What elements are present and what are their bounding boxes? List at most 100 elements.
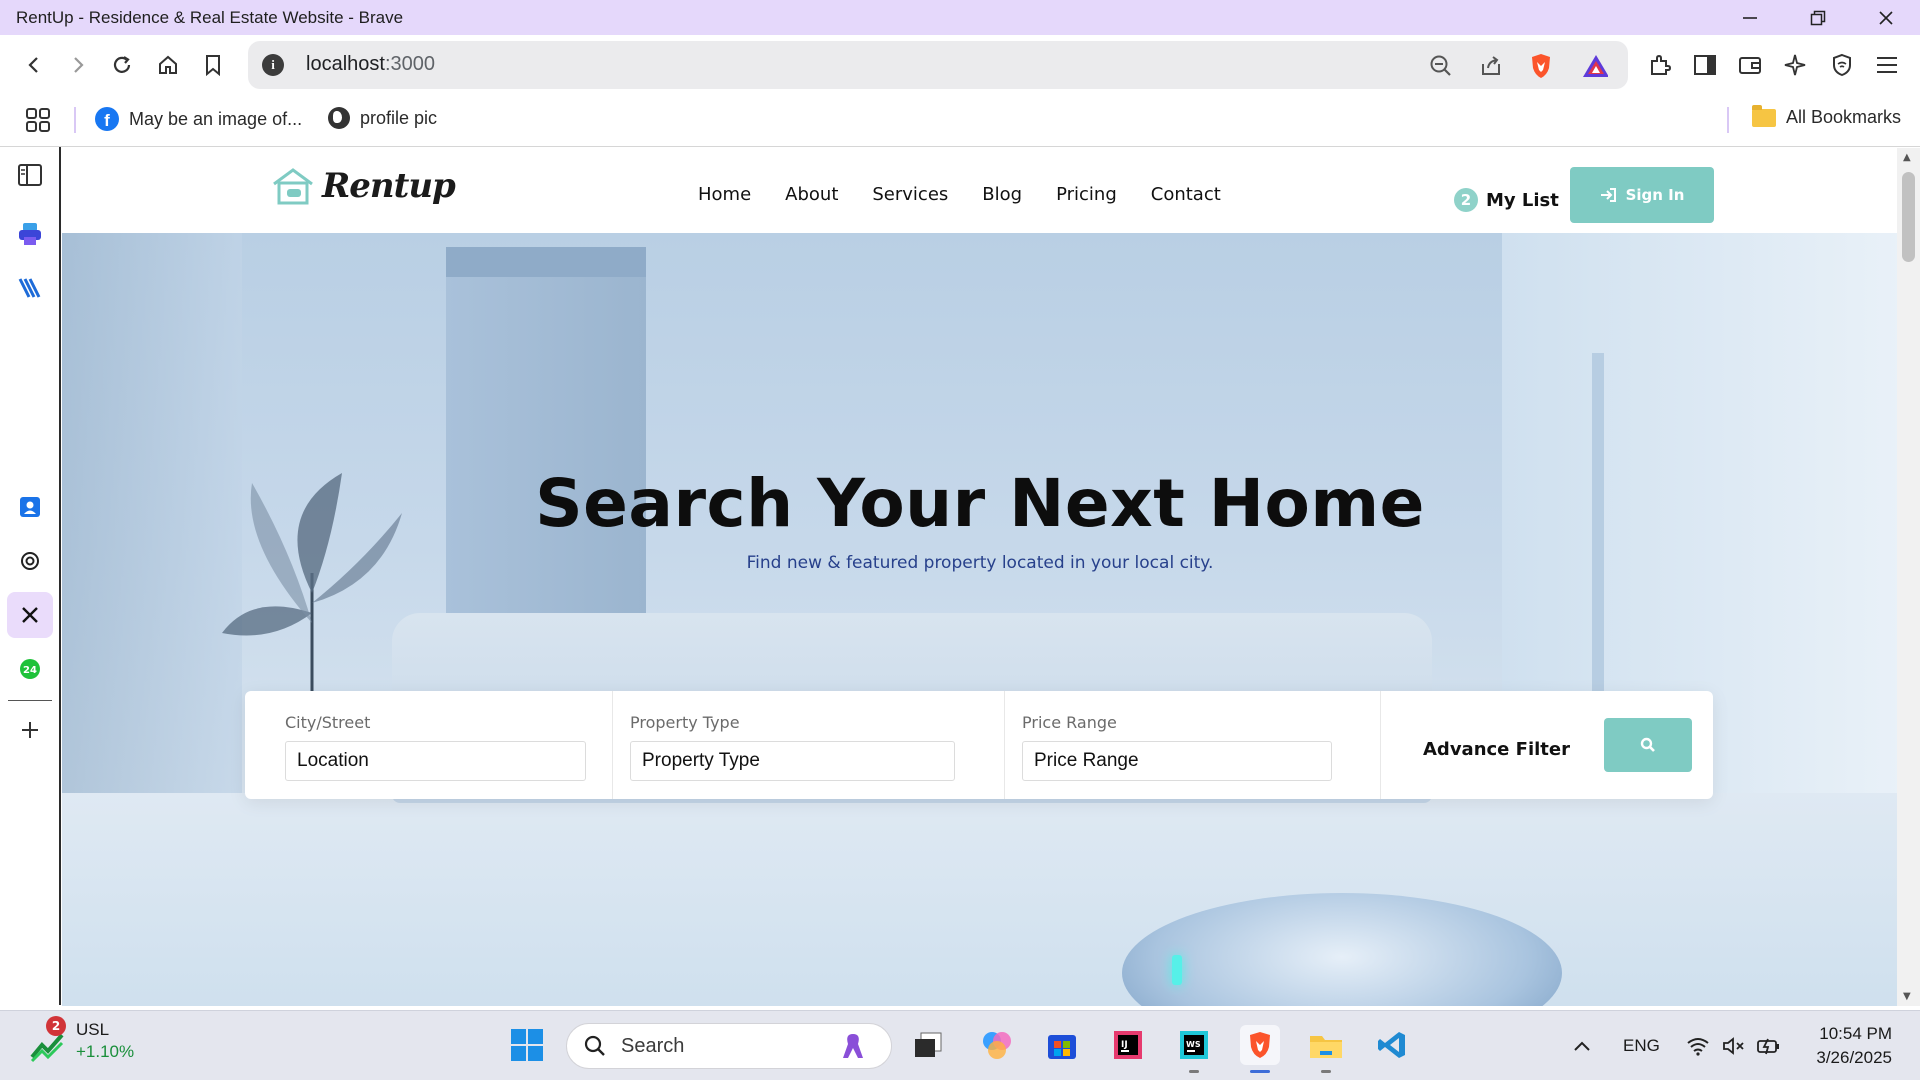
page-scrollbar[interactable]: ▲ ▼	[1897, 148, 1920, 1006]
site-info-icon[interactable]: i	[262, 54, 284, 76]
clock-date: 3/26/2025	[1816, 1048, 1892, 1067]
facebook-icon: f	[95, 107, 119, 131]
chatgpt-icon[interactable]	[15, 546, 45, 576]
brave-rewards-icon[interactable]	[1582, 53, 1608, 79]
system-clock[interactable]: 10:54 PM 3/26/2025	[1796, 1022, 1892, 1070]
scrollbar-thumb[interactable]	[1902, 172, 1915, 262]
brave-shields-icon[interactable]	[1528, 53, 1554, 79]
nav-contact[interactable]: Contact	[1151, 184, 1221, 205]
copilot-icon[interactable]	[977, 1025, 1017, 1065]
bookmark-profile-pic[interactable]: profile pic	[328, 107, 437, 129]
zoom-out-icon[interactable]	[1428, 53, 1454, 79]
printer-app-icon[interactable]	[15, 219, 45, 249]
show-hidden-icons-button[interactable]	[1572, 1011, 1592, 1081]
city-label: City/Street	[285, 713, 371, 732]
messenger-24-icon[interactable]: 24	[15, 654, 45, 684]
location-input[interactable]: Location	[285, 741, 586, 781]
sidebar-toggle-icon[interactable]	[1688, 48, 1722, 82]
task-view-icon[interactable]	[908, 1025, 948, 1065]
search-button[interactable]	[1604, 718, 1692, 772]
x-twitter-icon[interactable]	[7, 592, 53, 638]
close-window-button[interactable]	[1852, 0, 1920, 35]
stock-widget[interactable]: 2 USL +1.10%	[30, 1016, 135, 1063]
reload-button[interactable]	[105, 48, 139, 82]
property-search-form: City/Street Location Property Type Prope…	[245, 691, 1713, 799]
battery-charging-icon[interactable]	[1756, 1011, 1782, 1081]
restore-button[interactable]	[1784, 0, 1852, 35]
wifi-icon[interactable]	[1686, 1011, 1710, 1081]
hero-section: Search Your Next Home Find new & feature…	[62, 233, 1898, 1006]
browser-toolbar: i localhost:3000	[0, 35, 1920, 95]
add-panel-icon[interactable]	[15, 715, 45, 745]
address-bar[interactable]: i localhost:3000	[248, 41, 1628, 89]
apps-grid-icon[interactable]	[25, 107, 51, 133]
language-indicator[interactable]: ENG	[1623, 1011, 1660, 1081]
forward-button[interactable]	[61, 48, 95, 82]
vpn-shield-icon[interactable]	[1825, 48, 1859, 82]
svg-text:24: 24	[23, 665, 37, 676]
bookmarks-bar: f May be an image of... profile pic All …	[0, 95, 1920, 147]
notification-badge: 2	[46, 1016, 66, 1036]
bookmark-facebook[interactable]: f May be an image of...	[95, 107, 302, 131]
city-field-group: City/Street Location	[245, 691, 613, 799]
file-explorer-icon[interactable]	[1306, 1025, 1346, 1073]
scroll-down-arrow-icon[interactable]: ▼	[1903, 991, 1911, 1002]
hero-subtitle: Find new & featured property located in …	[746, 553, 1214, 573]
site-logo[interactable]: Rentup	[270, 166, 456, 206]
extensions-icon[interactable]	[1643, 48, 1677, 82]
sidebar-panel-icon[interactable]	[15, 160, 45, 190]
property-type-field-group: Property Type Property Type	[613, 691, 1005, 799]
nav-pricing[interactable]: Pricing	[1056, 184, 1117, 205]
nav-home[interactable]: Home	[698, 184, 751, 205]
webstorm-icon[interactable]: WS	[1174, 1025, 1214, 1073]
price-range-input[interactable]: Price Range	[1022, 741, 1332, 781]
sign-in-icon	[1600, 188, 1616, 202]
back-button[interactable]	[17, 48, 51, 82]
svg-text:WS: WS	[1186, 1040, 1201, 1049]
awareness-ribbon-icon	[843, 1034, 863, 1058]
globe-icon	[328, 107, 350, 129]
taskbar-search[interactable]: Search	[566, 1023, 892, 1069]
nav-services[interactable]: Services	[872, 184, 948, 205]
my-list-count-badge: 2	[1454, 188, 1478, 212]
wave-app-icon[interactable]	[15, 273, 45, 303]
my-list-label: My List	[1486, 189, 1559, 211]
price-range-field-group: Price Range Price Range	[1005, 691, 1381, 799]
volume-muted-icon[interactable]	[1722, 1011, 1746, 1081]
leo-ai-icon[interactable]	[1778, 48, 1812, 82]
brave-browser-taskbar-icon[interactable]	[1240, 1025, 1280, 1073]
advance-filter-link[interactable]: Advance Filter	[1423, 739, 1570, 760]
home-button[interactable]	[151, 48, 185, 82]
web-page: Rentup Home About Services Blog Pricing …	[62, 148, 1898, 1006]
property-type-label: Property Type	[630, 713, 740, 732]
bookmark-button[interactable]	[196, 48, 230, 82]
stock-title: USL	[76, 1020, 110, 1039]
microsoft-store-icon[interactable]	[1042, 1025, 1082, 1065]
window-titlebar: RentUp - Residence & Real Estate Website…	[0, 0, 1920, 35]
all-bookmarks[interactable]: All Bookmarks	[1752, 104, 1901, 128]
intellij-idea-icon[interactable]: IJ	[1108, 1025, 1148, 1065]
minimize-button[interactable]	[1716, 0, 1784, 35]
price-range-label: Price Range	[1022, 713, 1117, 732]
contacts-app-icon[interactable]	[15, 492, 45, 522]
property-type-input[interactable]: Property Type	[630, 741, 955, 781]
nav-about[interactable]: About	[785, 184, 838, 205]
url-text[interactable]: localhost:3000	[306, 53, 435, 76]
scroll-up-arrow-icon[interactable]: ▲	[1903, 152, 1911, 163]
search-icon	[1640, 737, 1655, 752]
start-button[interactable]	[507, 1025, 547, 1065]
hero-background-floor	[62, 793, 1898, 1006]
hero-title: Search Your Next Home	[535, 465, 1425, 542]
search-icon	[584, 1035, 605, 1056]
main-menu-icon[interactable]	[1870, 48, 1904, 82]
window-title: RentUp - Residence & Real Estate Website…	[16, 7, 404, 27]
my-list-link[interactable]: 2 My List	[1454, 188, 1559, 212]
nav-blog[interactable]: Blog	[982, 184, 1022, 205]
vscode-icon[interactable]	[1372, 1025, 1412, 1065]
share-icon[interactable]	[1478, 53, 1504, 79]
stock-change: +1.10%	[76, 1042, 135, 1061]
wallet-icon[interactable]	[1733, 48, 1767, 82]
sign-in-button[interactable]: Sign In	[1570, 167, 1714, 223]
svg-text:IJ: IJ	[1121, 1040, 1128, 1050]
folder-icon	[1752, 104, 1776, 127]
